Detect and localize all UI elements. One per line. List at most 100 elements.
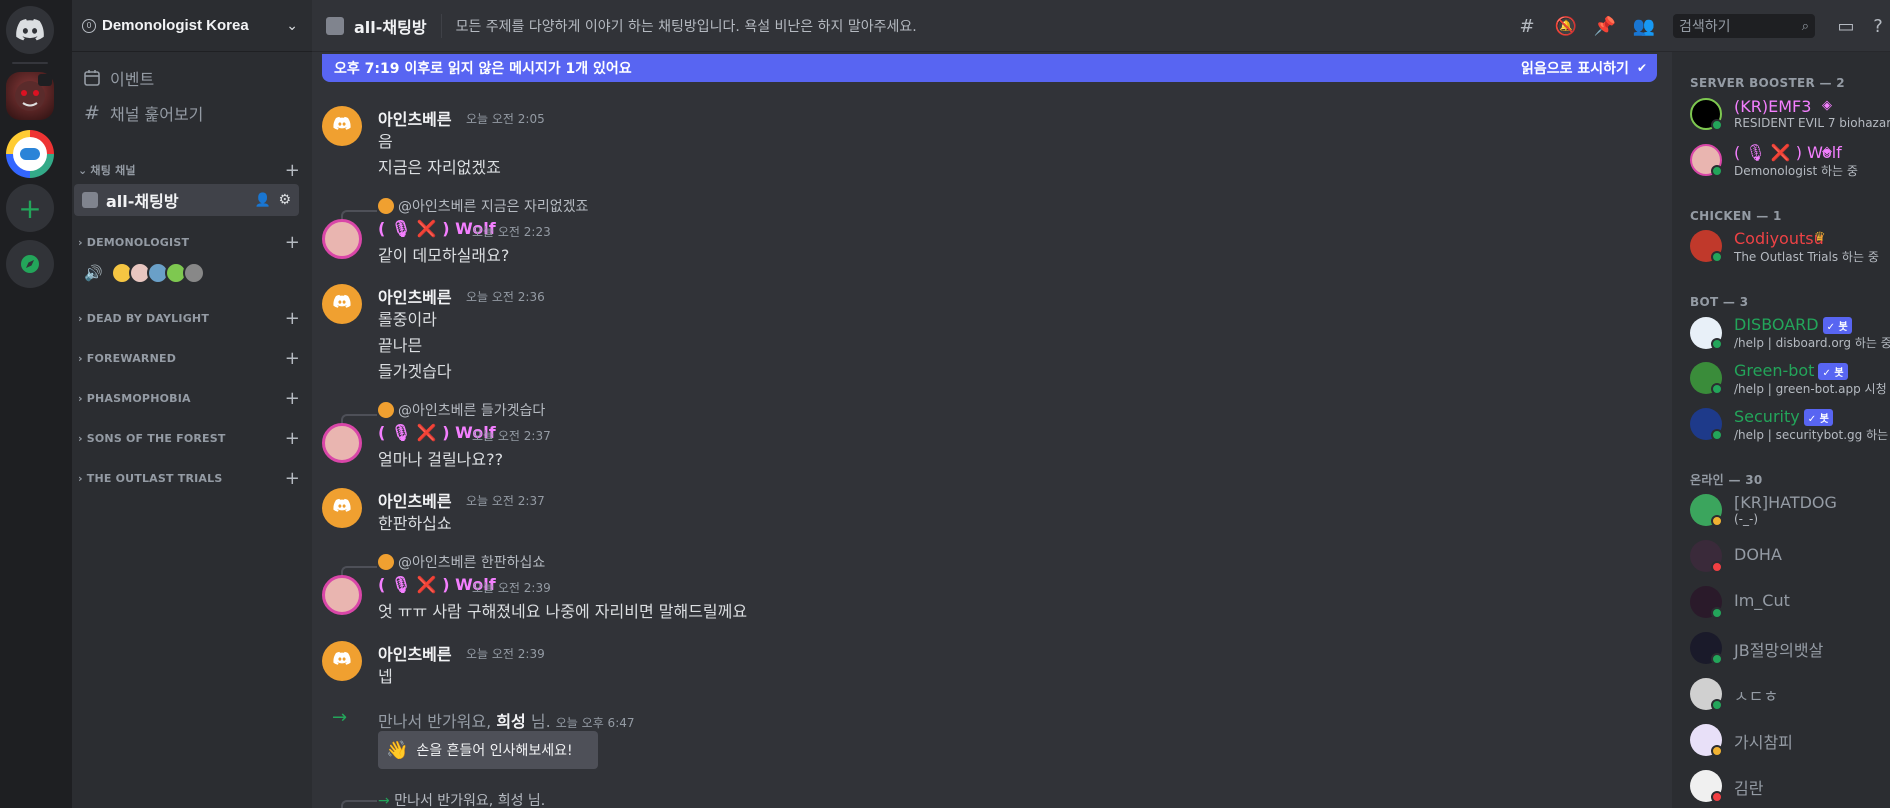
category-label: SONS OF THE FOREST bbox=[86, 432, 226, 445]
create-channel-icon[interactable]: + bbox=[285, 308, 300, 329]
online-status-icon bbox=[1711, 383, 1723, 395]
message-timestamp: 오늘 오전 2:39 bbox=[466, 647, 545, 661]
category-label: DEAD BY DAYLIGHT bbox=[86, 312, 210, 325]
reply-text: @아인츠베른 들가겟습다 bbox=[398, 403, 546, 419]
create-channel-icon[interactable]: + bbox=[285, 388, 300, 409]
member-name[interactable]: 가시참피 bbox=[1734, 729, 1793, 753]
search-input[interactable]: 검색하기 ⌕ bbox=[1673, 14, 1815, 38]
unread-banner[interactable]: 오후 7:19 이후로 읽지 않은 메시지가 1개 있어요 읽음으로 표시하기 … bbox=[322, 54, 1657, 82]
help-icon[interactable]: ? bbox=[1866, 14, 1890, 38]
member-name[interactable]: (KR)EMF3 bbox=[1734, 97, 1811, 116]
mark-read-button[interactable]: 읽음으로 표시하기 ✔ bbox=[1521, 58, 1647, 78]
avatar[interactable] bbox=[322, 641, 362, 681]
reply-preview[interactable]: @아인츠베른 지금은 자리없겠죠 bbox=[378, 196, 588, 216]
dnd-status-icon bbox=[1711, 791, 1723, 803]
avatar bbox=[378, 554, 394, 570]
chevron-down-icon[interactable]: ⌄ bbox=[286, 18, 298, 34]
member-name[interactable]: Security ✓ 봇 bbox=[1734, 407, 1833, 426]
message-author[interactable]: 아인츠베른 bbox=[378, 641, 452, 665]
preview-text: 만나서 반가워요, 희성 님. bbox=[394, 793, 546, 808]
category-the-outlast-trials[interactable]: › THE OUTLAST TRIALS + bbox=[78, 468, 306, 489]
chevron-right-icon: › bbox=[78, 432, 83, 445]
member-name-text: Green-bot bbox=[1734, 361, 1815, 380]
member-name[interactable]: DOHA bbox=[1734, 545, 1782, 564]
invite-icon[interactable]: 👤 bbox=[255, 193, 271, 208]
category-forewarned[interactable]: › FOREWARNED + bbox=[78, 348, 306, 369]
member-name[interactable]: Im_Cut bbox=[1734, 591, 1790, 610]
sidebar-item-events[interactable]: 이벤트 bbox=[82, 66, 154, 90]
sidebar-item-label: 채널 훑어보기 bbox=[110, 105, 204, 124]
server-icon-korea[interactable] bbox=[6, 130, 54, 178]
member-name[interactable]: Green-bot ✓ 봇 bbox=[1734, 361, 1848, 380]
avatar[interactable] bbox=[322, 575, 362, 615]
category-demonologist[interactable]: › DEMONOLOGIST + bbox=[78, 232, 306, 253]
home-button[interactable] bbox=[6, 6, 54, 54]
join-user[interactable]: 희성 bbox=[496, 712, 525, 731]
member-activity: /help | securitybot.gg 하는 중 bbox=[1734, 428, 1890, 442]
sidebar-item-browse-channels[interactable]: # 채널 훑어보기 bbox=[82, 101, 203, 125]
create-channel-icon[interactable]: + bbox=[285, 468, 300, 489]
reply-preview[interactable]: @아인츠베른 한판하십쇼 bbox=[378, 552, 545, 572]
create-channel-icon[interactable]: + bbox=[285, 160, 300, 181]
create-channel-icon[interactable]: + bbox=[285, 232, 300, 253]
avatar[interactable] bbox=[322, 423, 362, 463]
member-name[interactable]: JB절망의뱃살 bbox=[1734, 637, 1823, 661]
add-server-button[interactable]: + bbox=[6, 184, 54, 232]
message-author[interactable]: 아인츠베른 bbox=[378, 488, 452, 512]
reply-text: @아인츠베른 한판하십쇼 bbox=[398, 555, 546, 571]
member-activity: /help | disboard.org 하는 중 bbox=[1734, 336, 1890, 350]
discord-window: + 0 Demonologist Korea ⌄ 이벤트 # 채널 훑어보기 ⌄… bbox=[0, 0, 1890, 808]
member-activity: (-_-) bbox=[1734, 512, 1759, 526]
reply-text: @아인츠베른 지금은 자리없겠죠 bbox=[398, 199, 589, 215]
avatar[interactable] bbox=[322, 488, 362, 528]
member-name[interactable]: ㅅㄷㅎ bbox=[1734, 683, 1778, 707]
reply-preview[interactable]: @아인츠베른 들가겟습다 bbox=[378, 400, 545, 420]
threads-icon[interactable]: # bbox=[1515, 14, 1539, 38]
boost-gem-icon: ◈ bbox=[1822, 98, 1832, 113]
message-author[interactable]: 아인츠베른 bbox=[378, 106, 452, 130]
category-text-channels[interactable]: ⌄ 채팅 채널 + bbox=[78, 160, 306, 181]
mute-bell-icon[interactable]: 🔕 bbox=[1554, 14, 1578, 38]
message-text: 롤중이라 bbox=[378, 310, 437, 329]
online-status-icon bbox=[1711, 429, 1723, 441]
search-placeholder: 검색하기 bbox=[1679, 19, 1731, 35]
crown-icon: ♛ bbox=[1814, 230, 1826, 245]
chevron-right-icon: › bbox=[78, 352, 83, 365]
online-status-icon bbox=[1711, 699, 1723, 711]
member-name[interactable]: DISBOARD ✓ 봇 bbox=[1734, 315, 1852, 334]
channel-all-chat[interactable]: all-채팅방 👤 ⚙ bbox=[74, 184, 299, 216]
message-text: 끝나믄 bbox=[378, 336, 423, 355]
rail-separator bbox=[12, 62, 48, 64]
member-name[interactable]: 김란 bbox=[1734, 775, 1763, 799]
member-name[interactable]: Codiyoutsu bbox=[1734, 229, 1824, 248]
member-list-icon[interactable]: 👥 bbox=[1632, 14, 1656, 38]
pin-icon[interactable]: 📌 bbox=[1593, 14, 1617, 38]
server-header[interactable]: 0 Demonologist Korea ⌄ bbox=[72, 0, 312, 52]
discord-logo-icon bbox=[333, 116, 351, 130]
avatar[interactable] bbox=[322, 219, 362, 259]
channel-topic[interactable]: 모든 주제를 다양하게 이야기 하는 채팅방입니다. 욕설 비난은 하지 말아주… bbox=[456, 16, 917, 36]
gear-icon[interactable]: ⚙ bbox=[278, 192, 291, 208]
online-status-icon bbox=[1711, 119, 1723, 131]
create-channel-icon[interactable]: + bbox=[285, 348, 300, 369]
message-timestamp: 오늘 오전 2:36 bbox=[466, 290, 545, 304]
avatar[interactable] bbox=[322, 106, 362, 146]
avatar[interactable] bbox=[322, 284, 362, 324]
category-sons-of-the-forest[interactable]: › SONS OF THE FOREST + bbox=[78, 428, 306, 449]
category-label: FOREWARNED bbox=[86, 352, 177, 365]
voice-channel-preview[interactable]: 🔊 bbox=[84, 262, 205, 284]
message-author[interactable]: 아인츠베른 bbox=[378, 284, 452, 308]
create-channel-icon[interactable]: + bbox=[285, 428, 300, 449]
category-dead-by-daylight[interactable]: › DEAD BY DAYLIGHT + bbox=[78, 308, 306, 329]
chevron-right-icon: › bbox=[78, 472, 83, 485]
message-text: 얼마나 걸릴나요?? bbox=[378, 450, 504, 469]
avatar bbox=[182, 262, 205, 284]
server-rail: + bbox=[0, 0, 72, 808]
explore-button[interactable] bbox=[6, 240, 54, 288]
bot-badge: ✓ 봇 bbox=[1818, 363, 1848, 380]
online-status-icon bbox=[1711, 338, 1723, 350]
inbox-icon[interactable]: ▭ bbox=[1834, 14, 1858, 38]
category-phasmophobia[interactable]: › PHASMOPHOBIA + bbox=[78, 388, 306, 409]
member-name[interactable]: [KR]HATDOG bbox=[1734, 493, 1837, 512]
wave-button[interactable]: 👋 손을 흔들어 인사해보세요! bbox=[378, 731, 598, 769]
